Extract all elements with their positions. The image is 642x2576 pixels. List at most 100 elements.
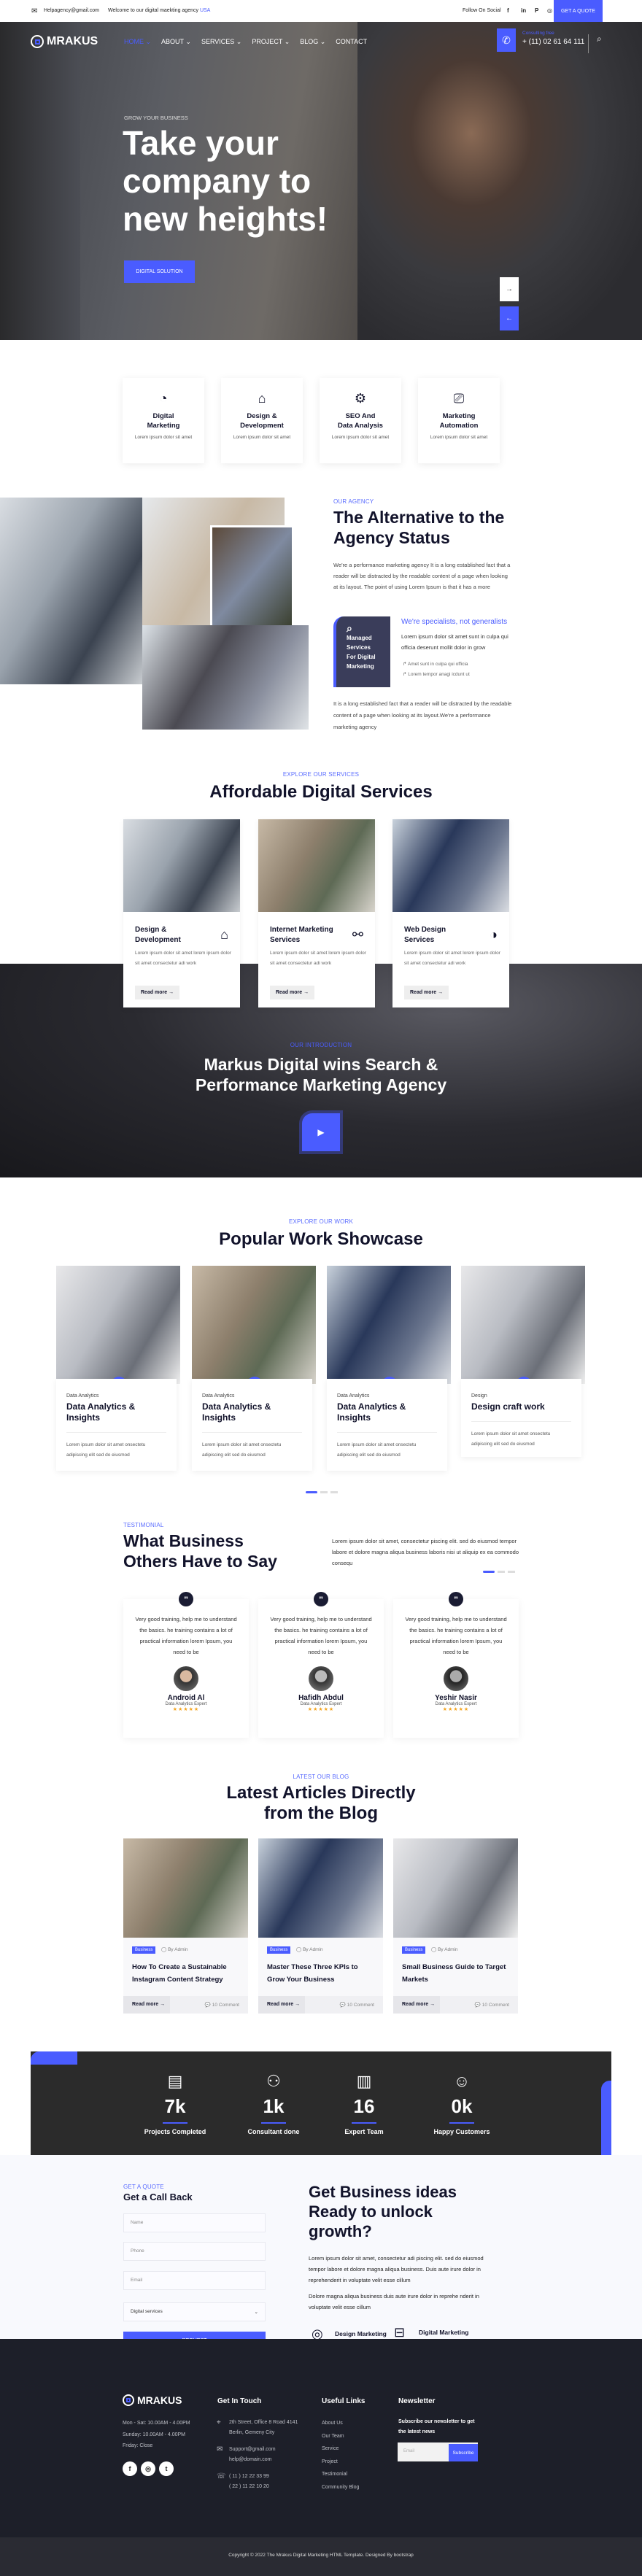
footer-link[interactable]: Project xyxy=(322,2456,359,2469)
get-a-quote-button[interactable]: GET A QUOTE xyxy=(554,0,603,22)
blog-title-line: Latest Articles Directly xyxy=(226,1783,416,1803)
feature-text: Lorem ipsum dolor sit amet xyxy=(134,435,193,440)
pagination-dot-active[interactable] xyxy=(483,1571,495,1573)
slider-prev-button[interactable]: ← xyxy=(500,306,519,330)
work-title[interactable]: Data Analytics & Insights xyxy=(66,1401,166,1433)
footer-emails[interactable]: Support@gmail.com help@domain.com xyxy=(229,2445,276,2465)
footer: MRAKUS Mon - Sat: 10.00AM - 4.00PM Sunday… xyxy=(0,2339,642,2576)
testimonial-name: Yeshir Nasir xyxy=(435,1694,477,1702)
service-image xyxy=(123,819,240,912)
blog-card[interactable]: Business ◯ By Admin How To Create a Sustai… xyxy=(123,1838,248,2014)
work-title[interactable]: Design craft work xyxy=(471,1401,571,1422)
comment-count: 💬 10 Comment xyxy=(474,2003,509,2008)
phone-input[interactable]: Phone xyxy=(123,2242,266,2261)
stat-value: 16 xyxy=(353,2095,375,2117)
read-more-button[interactable]: Read more → xyxy=(393,1996,440,2014)
work-card[interactable]: ↗Data Analytics Data Analytics & Insights… xyxy=(192,1266,316,1471)
logo[interactable]: MRAKUS xyxy=(31,35,98,48)
nav-home[interactable]: HOME ⌄ xyxy=(124,38,151,46)
feature-card[interactable]: ◔ Digital Marketing Lorem ipsum dolor sit a… xyxy=(123,378,204,463)
contact-email[interactable]: Helpagency@gmail.com xyxy=(44,8,99,13)
blog-card[interactable]: Business ◯ By Admin Small Business Guide t… xyxy=(393,1838,518,2014)
welcome-link[interactable]: USA xyxy=(200,8,210,13)
id-card-check-icon: ▤ xyxy=(167,2072,183,2090)
facebook-icon[interactable]: f xyxy=(123,2461,137,2476)
pagination-dot[interactable] xyxy=(320,1491,328,1493)
digital-solution-button[interactable]: DIGITAL SOLUTION xyxy=(124,260,195,283)
pagination-dot[interactable] xyxy=(330,1491,338,1493)
pagination-dot[interactable] xyxy=(508,1571,515,1573)
feature-title: Design & Development xyxy=(240,412,284,430)
feature-text: Lorem ipsum dolor sit amet xyxy=(331,435,390,440)
nav-project[interactable]: PROJECT ⌄ xyxy=(252,38,290,46)
read-more-button[interactable]: Read more → xyxy=(123,1996,170,2014)
callback-title: Get a Call Back xyxy=(123,2192,193,2202)
feature-card[interactable]: ⎚ Marketing Automation Lorem ipsum dolor si… xyxy=(418,378,500,463)
blog-card[interactable]: Business ◯ By Admin Master These Three KPI… xyxy=(258,1838,383,2014)
blog-image xyxy=(393,1838,518,1938)
name-input[interactable]: Name xyxy=(123,2213,266,2232)
nav-contact[interactable]: CONTACT xyxy=(336,38,367,46)
play-video-button[interactable]: ▶ xyxy=(302,1113,340,1151)
logo-icon xyxy=(31,35,44,48)
email-input[interactable]: Email xyxy=(123,2271,266,2290)
service-card[interactable]: Internet Marketing Services ⚯ Lorem ipsum … xyxy=(258,819,375,1007)
pagination-dot-active[interactable] xyxy=(306,1491,317,1493)
service-card[interactable]: Web Design Services ◑ Lorem ipsum dolor si… xyxy=(392,819,509,1007)
footer-link[interactable]: Community Blog xyxy=(322,2481,359,2494)
phone-icon[interactable]: ✆ xyxy=(497,28,516,52)
logo-text: MRAKUS xyxy=(47,35,98,47)
service-text: Lorem ipsum dolor sit amet lorem ipsum d… xyxy=(404,951,500,966)
footer-link[interactable]: Service xyxy=(322,2442,359,2456)
read-more-button[interactable]: Read more → xyxy=(135,986,180,999)
read-more-button[interactable]: Read more → xyxy=(258,1996,305,2014)
nav-services[interactable]: SERVICES ⌄ xyxy=(201,38,241,46)
newsletter-email-input[interactable]: Email xyxy=(403,2449,414,2453)
category-badge[interactable]: Business xyxy=(402,1946,426,1954)
comment-count: 💬 10 Comment xyxy=(339,2003,374,2008)
instagram-icon[interactable]: ◎ xyxy=(547,7,552,14)
blog-title-link[interactable]: Small Business Guide to Target Markets xyxy=(402,1961,511,1986)
ideas-title-line: Ready to unlock xyxy=(309,2202,433,2221)
nav-about[interactable]: ABOUT ⌄ xyxy=(161,38,191,46)
service-card[interactable]: Design & Development ⌂ Lorem ipsum dolor s… xyxy=(123,819,240,1007)
read-more-button[interactable]: Read more → xyxy=(270,986,315,999)
service-select[interactable]: Digital services ⌄ xyxy=(123,2302,266,2321)
category-badge[interactable]: Business xyxy=(267,1946,291,1954)
newsletter-text: Subscribe our newsletter to get the late… xyxy=(398,2419,475,2434)
feature-card[interactable]: ⚙ SEO And Data Analysis Lorem ipsum dolor s… xyxy=(320,378,401,463)
footer-link[interactable]: About Us xyxy=(322,2417,359,2430)
service-text: Lorem ipsum dolor sit amet lorem ipsum d… xyxy=(135,951,231,966)
feature-card[interactable]: ⌂ Design & Development Lorem ipsum dolor si… xyxy=(221,378,303,463)
work-title[interactable]: Data Analytics & Insights xyxy=(337,1401,437,1433)
header-phone[interactable]: + (11) 02 61 64 111 xyxy=(522,38,584,46)
follow-label: Follow On Social xyxy=(463,8,501,13)
nav-blog[interactable]: BLOG ⌄ xyxy=(300,38,325,46)
footer-link[interactable]: Testimonial xyxy=(322,2468,359,2481)
work-card[interactable]: ↗Data Analytics Data Analytics & Insights… xyxy=(56,1266,180,1471)
footer-link[interactable]: Our Team xyxy=(322,2430,359,2443)
copyright-bar: Copyright © 2022 The Mrakus Digital Mark… xyxy=(0,2537,642,2576)
search-icon[interactable]: ⌕ xyxy=(597,34,602,45)
pinterest-icon[interactable]: P xyxy=(535,7,538,14)
blog-title-link[interactable]: How To Create a Sustainable Instagram Co… xyxy=(132,1961,241,1986)
instagram-icon[interactable]: ◎ xyxy=(141,2461,155,2476)
work-card[interactable]: ↗Design Design craft work Lorem ipsum dolo… xyxy=(461,1266,585,1457)
location-icon: ⌖ xyxy=(217,2418,221,2426)
footer-phones[interactable]: ( 11 ) 12 22 33 99( 22 ) 11 22 10 20 xyxy=(229,2472,269,2492)
facebook-icon[interactable]: f xyxy=(507,7,509,14)
testimonial-quote: Very good training, help me to understan… xyxy=(270,1616,372,1655)
category-badge[interactable]: Business xyxy=(132,1946,156,1954)
read-more-button[interactable]: Read more → xyxy=(404,986,449,999)
pagination-dot[interactable] xyxy=(498,1571,505,1573)
work-card[interactable]: ↗Data Analytics Data Analytics & Insights… xyxy=(327,1266,451,1471)
twitter-icon[interactable]: t xyxy=(159,2461,174,2476)
subscribe-button[interactable]: Subscribe xyxy=(449,2444,478,2461)
header-divider xyxy=(588,34,589,53)
footer-logo[interactable]: MRAKUS xyxy=(123,2394,182,2406)
work-title[interactable]: Data Analytics & Insights xyxy=(202,1401,302,1433)
blog-title-link[interactable]: Master These Three KPIs to Grow Your Bus… xyxy=(267,1961,376,1986)
stat-label: Expert Team xyxy=(344,2128,384,2135)
slider-next-button[interactable]: → xyxy=(500,277,519,301)
linkedin-icon[interactable]: in xyxy=(521,7,526,14)
